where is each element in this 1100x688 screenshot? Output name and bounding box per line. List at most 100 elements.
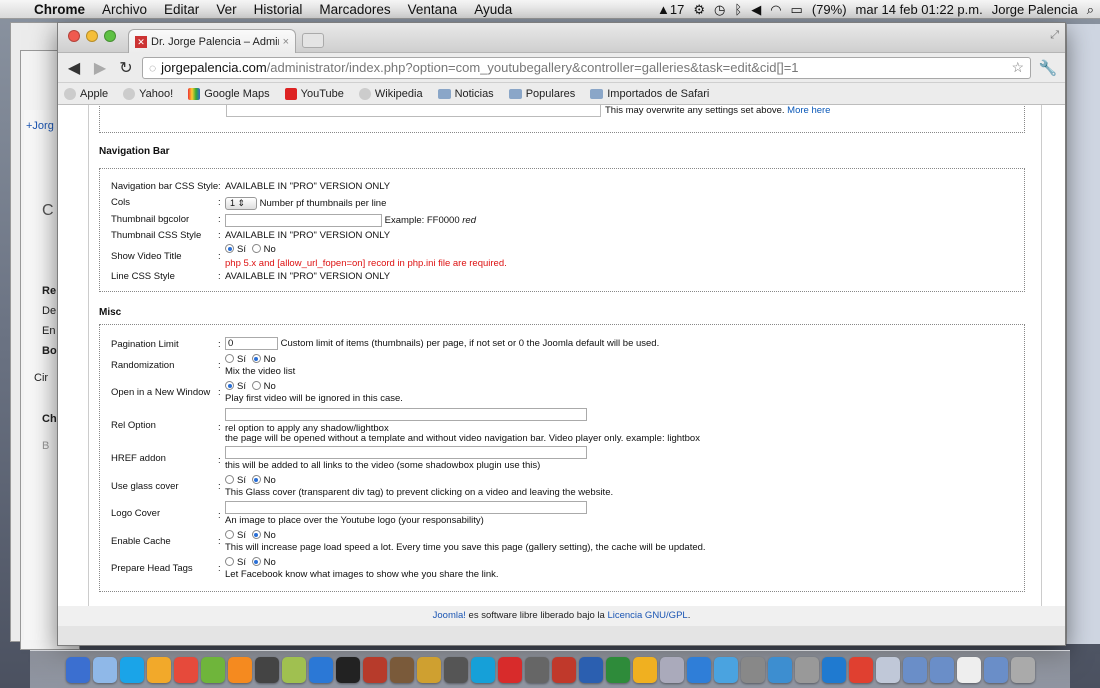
license-link[interactable]: Licencia GNU/GPL <box>607 610 687 621</box>
volume-icon[interactable]: ◀ <box>751 2 761 18</box>
preview-icon[interactable] <box>281 656 306 683</box>
trash-icon[interactable] <box>1010 656 1035 683</box>
settings-textarea[interactable] <box>226 105 601 117</box>
bookmark-folder-safari[interactable]: Importados de Safari <box>590 88 709 100</box>
app-icon[interactable] <box>416 656 441 683</box>
menu-chrome[interactable]: Chrome <box>34 2 85 17</box>
enable-cache-yes-radio[interactable] <box>225 530 234 539</box>
clock[interactable]: mar 14 feb 01:22 p.m. <box>856 2 983 17</box>
menu-ayuda[interactable]: Ayuda <box>474 2 512 17</box>
battery-icon[interactable]: ▭ <box>791 2 803 18</box>
download-icon[interactable] <box>821 656 846 683</box>
facetime-icon[interactable] <box>200 656 225 683</box>
sync-icon[interactable]: ⚙ <box>693 2 705 18</box>
minimize-window-button[interactable] <box>86 30 98 42</box>
thumbnail-bgcolor-input[interactable] <box>225 214 382 227</box>
more-here-link[interactable]: More here <box>787 105 830 116</box>
safari-icon[interactable] <box>146 656 171 683</box>
show-title-no-radio[interactable] <box>251 244 261 253</box>
menu-historial[interactable]: Historial <box>254 2 303 17</box>
bookmark-youtube[interactable]: YouTube <box>284 87 344 100</box>
new-window-no-radio[interactable] <box>251 381 261 390</box>
document-icon[interactable] <box>956 656 981 683</box>
zoom-window-button[interactable] <box>104 30 116 42</box>
bookmark-google-maps[interactable]: Google Maps <box>188 87 270 100</box>
app-icon[interactable] <box>767 656 792 683</box>
folder-icon[interactable] <box>902 656 927 683</box>
app-icon[interactable] <box>713 656 738 683</box>
iphoto-icon[interactable] <box>389 656 414 683</box>
app-icon[interactable] <box>794 656 819 683</box>
bookmark-star-icon[interactable]: ☆ <box>1011 59 1024 76</box>
folder-icon[interactable] <box>929 656 954 683</box>
show-title-yes-radio[interactable] <box>225 244 234 253</box>
head-tags-yes-radio[interactable] <box>225 557 234 566</box>
skype-icon[interactable] <box>119 656 144 683</box>
bookmark-yahoo[interactable]: Yahoo! <box>123 87 173 100</box>
app-icon[interactable] <box>659 656 684 683</box>
app-icon[interactable] <box>848 656 873 683</box>
bookmark-apple[interactable]: Apple <box>64 87 109 100</box>
user-name[interactable]: Jorge Palencia <box>992 2 1078 17</box>
app-icon[interactable] <box>875 656 900 683</box>
chrome-icon[interactable] <box>173 656 198 683</box>
photoshop-icon[interactable] <box>470 656 495 683</box>
menu-ver[interactable]: Ver <box>216 2 236 17</box>
itunes-icon[interactable] <box>308 656 333 683</box>
menu-ventana[interactable]: Ventana <box>408 2 458 17</box>
randomization-no-radio[interactable] <box>251 354 261 363</box>
bookmark-folder-populares[interactable]: Populares <box>508 88 575 100</box>
app-icon[interactable] <box>524 656 549 683</box>
close-window-button[interactable] <box>68 30 80 42</box>
enable-cache-no-radio[interactable] <box>251 530 261 539</box>
rel-option-input[interactable] <box>225 408 587 421</box>
app-icon[interactable] <box>443 656 468 683</box>
wifi-icon[interactable]: ◠ <box>770 2 781 18</box>
vlc-icon[interactable] <box>227 656 252 683</box>
cols-select[interactable]: 1 ⇕ <box>225 197 257 210</box>
radio-label: Sí <box>237 244 246 255</box>
forward-button[interactable]: ▶ <box>90 58 110 78</box>
outlook-icon[interactable] <box>632 656 657 683</box>
menu-editar[interactable]: Editar <box>164 2 199 17</box>
bookmark-wikipedia[interactable]: Wikipedia <box>358 87 423 100</box>
app-icon[interactable] <box>362 656 387 683</box>
bgcolor-value-wrap: Example: FF0000 red <box>225 214 476 227</box>
excel-icon[interactable] <box>605 656 630 683</box>
joomla-link[interactable]: Joomla! <box>433 610 466 621</box>
fullscreen-icon[interactable]: ⤢ <box>1050 29 1059 42</box>
new-window-yes-radio[interactable] <box>225 381 234 390</box>
new-tab-button[interactable] <box>302 33 324 48</box>
address-bar[interactable]: ◌ jorgepalencia.com /administrator/index… <box>142 56 1031 79</box>
time-machine-icon[interactable]: ◷ <box>714 2 725 18</box>
folder-icon[interactable] <box>983 656 1008 683</box>
adobe-updater-icon[interactable]: ▲17 <box>657 2 684 17</box>
spotlight-icon[interactable]: ⌕ <box>1087 2 1094 18</box>
href-addon-input[interactable] <box>225 446 587 459</box>
acrobat-icon[interactable] <box>497 656 522 683</box>
blackberry-icon[interactable] <box>335 656 360 683</box>
bookmark-label: Apple <box>80 87 109 100</box>
glass-cover-yes-radio[interactable] <box>225 475 234 484</box>
back-button[interactable]: ◀ <box>64 58 84 78</box>
photo-booth-icon[interactable] <box>254 656 279 683</box>
glass-cover-no-radio[interactable] <box>251 475 261 484</box>
finder-icon[interactable] <box>65 656 90 683</box>
wrench-menu-icon[interactable]: 🔧 <box>1037 59 1059 77</box>
menu-marcadores[interactable]: Marcadores <box>319 2 390 17</box>
bookmark-folder-noticias[interactable]: Noticias <box>437 88 494 100</box>
tab-close-icon[interactable]: × <box>283 36 289 48</box>
reload-button[interactable]: ↻ <box>116 58 136 78</box>
dashboard-icon[interactable] <box>92 656 117 683</box>
head-tags-no-radio[interactable] <box>251 557 261 566</box>
randomization-yes-radio[interactable] <box>225 354 234 363</box>
app-icon[interactable] <box>740 656 765 683</box>
word-icon[interactable] <box>578 656 603 683</box>
logo-cover-input[interactable] <box>225 501 587 514</box>
menu-archivo[interactable]: Archivo <box>102 2 147 17</box>
bluetooth-icon[interactable]: ᛒ <box>734 2 742 17</box>
pagination-limit-input[interactable]: 0 <box>225 337 278 350</box>
browser-tab[interactable]: ✕ Dr. Jorge Palencia – Administ × <box>128 29 296 53</box>
powerpoint-icon[interactable] <box>551 656 576 683</box>
dropbox-icon[interactable] <box>686 656 711 683</box>
